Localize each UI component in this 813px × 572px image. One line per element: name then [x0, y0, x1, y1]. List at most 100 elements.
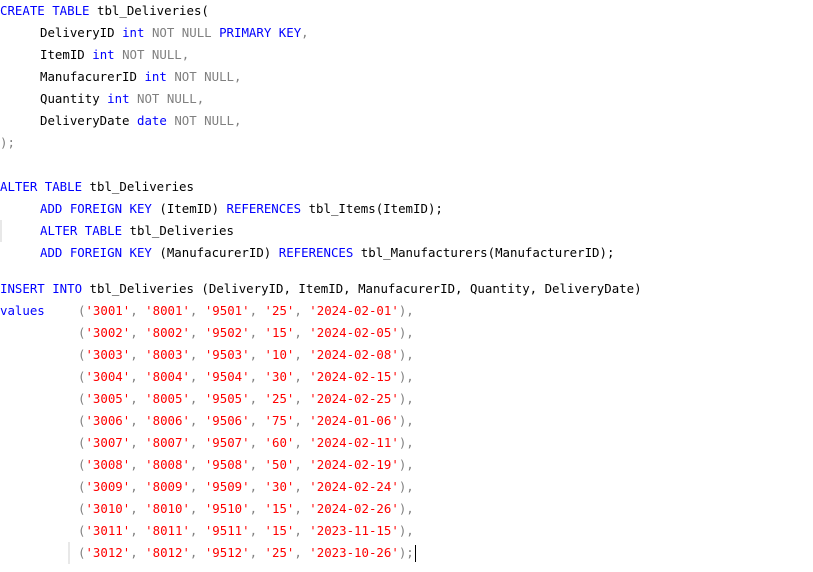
value-literal: '3006' — [85, 413, 131, 428]
change-margin-mark — [0, 220, 2, 242]
value-literal: '9510' — [204, 501, 250, 516]
comma: , — [130, 325, 146, 340]
comma: , — [189, 347, 205, 362]
values-row-line: ('3009', '8009', '9509', '30', '2024-02-… — [78, 476, 414, 498]
paren-close: ), — [398, 479, 414, 494]
values-row-line: ('3010', '8010', '9510', '15', '2024-02-… — [78, 498, 414, 520]
column-name: DeliveryDate — [40, 113, 130, 128]
text-cursor — [414, 545, 416, 562]
value-literal: '8001' — [145, 303, 190, 318]
column-tail: , — [196, 91, 205, 106]
comma: , — [130, 545, 146, 560]
column-name: Quantity — [40, 91, 100, 106]
value-literal: '2024-02-15' — [309, 369, 399, 384]
paren-close: ), — [398, 523, 414, 538]
value-literal: '60' — [264, 435, 295, 450]
keyword-create-table: CREATE TABLE — [0, 3, 90, 18]
values-row-line: ('3006', '8006', '9506', '75', '2024-01-… — [78, 410, 414, 432]
value-literal: '8002' — [145, 325, 190, 340]
value-literal: '3001' — [85, 303, 131, 318]
keyword-add-foreign-key: ADD FOREIGN KEY — [40, 245, 152, 260]
value-literal: '30' — [264, 369, 295, 384]
value-literal: '3010' — [85, 501, 131, 516]
comma: , — [189, 369, 205, 384]
comma: , — [294, 479, 310, 494]
value-literal: '2024-02-26' — [309, 501, 399, 516]
value-literal: '3007' — [85, 435, 131, 450]
comma: , — [294, 501, 310, 516]
value-literal: '25' — [264, 303, 295, 318]
keyword-alter-table: ALTER TABLE — [40, 223, 123, 238]
column-constraint: NOT NULL — [174, 113, 234, 128]
code-line-add-foreign-key: ADD FOREIGN KEY (ItemID) REFERENCES tbl_… — [40, 198, 443, 220]
comma: , — [130, 369, 146, 384]
code-line-alter-table: ALTER TABLE tbl_Deliveries — [0, 176, 194, 198]
create-table-name: tbl_Deliveries( — [89, 3, 209, 18]
value-literal: '9504' — [204, 369, 250, 384]
values-row-line: ('3003', '8003', '9503', '10', '2024-02-… — [78, 344, 414, 366]
paren-close: ), — [398, 391, 414, 406]
value-literal: '2024-02-24' — [309, 479, 399, 494]
comma: , — [249, 501, 265, 516]
value-literal: '9508' — [204, 457, 250, 472]
comma: , — [130, 391, 146, 406]
paren-close: ), — [398, 347, 414, 362]
value-literal: '8012' — [145, 545, 190, 560]
comma: , — [249, 435, 265, 450]
column-type: int — [144, 69, 167, 84]
insert-target: tbl_Deliveries (DeliveryID, ItemID, Manu… — [82, 281, 642, 296]
value-literal: '3005' — [85, 391, 131, 406]
keyword-references: REFERENCES — [278, 245, 354, 260]
paren-close: ), — [398, 457, 414, 472]
comma: , — [249, 303, 265, 318]
comma: , — [130, 523, 146, 538]
value-literal: '3009' — [85, 479, 131, 494]
values-row-line: ('3011', '8011', '9511', '15', '2023-11-… — [78, 520, 414, 542]
value-literal: '10' — [264, 347, 295, 362]
column-tail: , — [234, 113, 242, 128]
value-literal: '2024-02-11' — [309, 435, 399, 450]
value-literal: '9503' — [204, 347, 250, 362]
comma: , — [189, 325, 205, 340]
comma: , — [189, 303, 205, 318]
value-literal: '8006' — [145, 413, 190, 428]
comma: , — [294, 435, 310, 450]
values-row-line: ('3005', '8005', '9505', '25', '2024-02-… — [78, 388, 414, 410]
value-literal: '2024-02-19' — [309, 457, 399, 472]
value-literal: '8004' — [145, 369, 190, 384]
paren-close: ), — [398, 413, 414, 428]
values-row-line: ('3008', '8008', '9508', '50', '2024-02-… — [78, 454, 414, 476]
value-literal: '8009' — [145, 479, 190, 494]
comma: , — [249, 369, 265, 384]
alter-table-name: tbl_Deliveries — [82, 179, 194, 194]
value-literal: '9505' — [204, 391, 250, 406]
value-literal: '9501' — [204, 303, 250, 318]
column-type: date — [137, 113, 167, 128]
value-literal: '9509' — [204, 479, 250, 494]
sql-code-editor[interactable]: CREATE TABLE tbl_Deliveries( DeliveryID … — [0, 0, 813, 572]
value-literal: '50' — [264, 457, 295, 472]
values-row-line: ('3001', '8001', '9501', '25', '2024-02-… — [78, 300, 414, 322]
value-literal: '2023-10-26' — [309, 545, 399, 560]
keyword-alter-table: ALTER TABLE — [0, 179, 83, 194]
comma: , — [189, 479, 205, 494]
paren-close: ), — [398, 501, 414, 516]
value-literal: '2024-02-01' — [309, 303, 399, 318]
code-line-close: ); — [0, 132, 15, 154]
value-literal: '2023-11-15' — [309, 523, 399, 538]
column-name: ManufacurerID — [40, 69, 137, 84]
values-row-line: ('3007', '8007', '9507', '60', '2024-02-… — [78, 432, 414, 454]
values-row-line: ('3012', '8012', '9512', '25', '2023-10-… — [78, 542, 416, 564]
value-literal: '9512' — [204, 545, 250, 560]
value-literal: '3011' — [85, 523, 131, 538]
column-def-line: ManufacurerID int NOT NULL, — [40, 66, 241, 88]
value-literal: '3004' — [85, 369, 131, 384]
code-line-add-foreign-key: ADD FOREIGN KEY (ManufacurerID) REFERENC… — [40, 242, 614, 264]
values-row-line: ('3002', '8002', '9502', '15', '2024-02-… — [78, 322, 414, 344]
value-literal: '3008' — [85, 457, 131, 472]
code-line-insert-into: INSERT INTO tbl_Deliveries (DeliveryID, … — [0, 278, 642, 300]
paren-close: ); — [398, 545, 414, 560]
column-name: DeliveryID — [40, 25, 115, 40]
comma: , — [130, 435, 146, 450]
alter-table-name: tbl_Deliveries — [122, 223, 234, 238]
